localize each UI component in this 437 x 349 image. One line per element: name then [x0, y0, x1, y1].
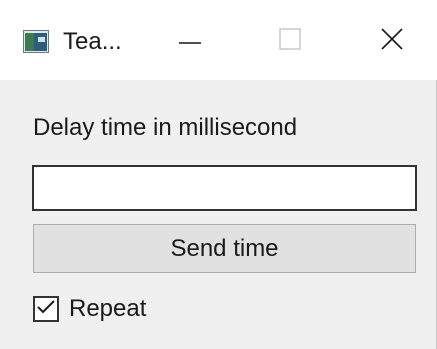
repeat-label: Repeat [69, 295, 147, 322]
send-time-button[interactable]: Send time [33, 224, 416, 273]
window-title: Tea... [63, 28, 122, 55]
delay-time-label: Delay time in millisecond [33, 114, 298, 141]
maximize-button [260, 10, 320, 72]
delay-time-input[interactable] [32, 165, 417, 211]
repeat-checkbox[interactable] [33, 296, 59, 322]
minimize-icon [179, 32, 201, 50]
repeat-checkbox-row[interactable]: Repeat [33, 292, 146, 326]
title-bar[interactable]: Tea... [0, 0, 437, 80]
minimize-button[interactable] [160, 10, 220, 72]
close-button[interactable] [362, 10, 422, 72]
maximize-icon [279, 27, 301, 55]
app-window-icon [23, 30, 49, 53]
checkmark-icon [36, 299, 56, 320]
close-icon [381, 27, 403, 55]
app-window: Tea... Delay time in millisecond Send ti… [0, 0, 437, 349]
